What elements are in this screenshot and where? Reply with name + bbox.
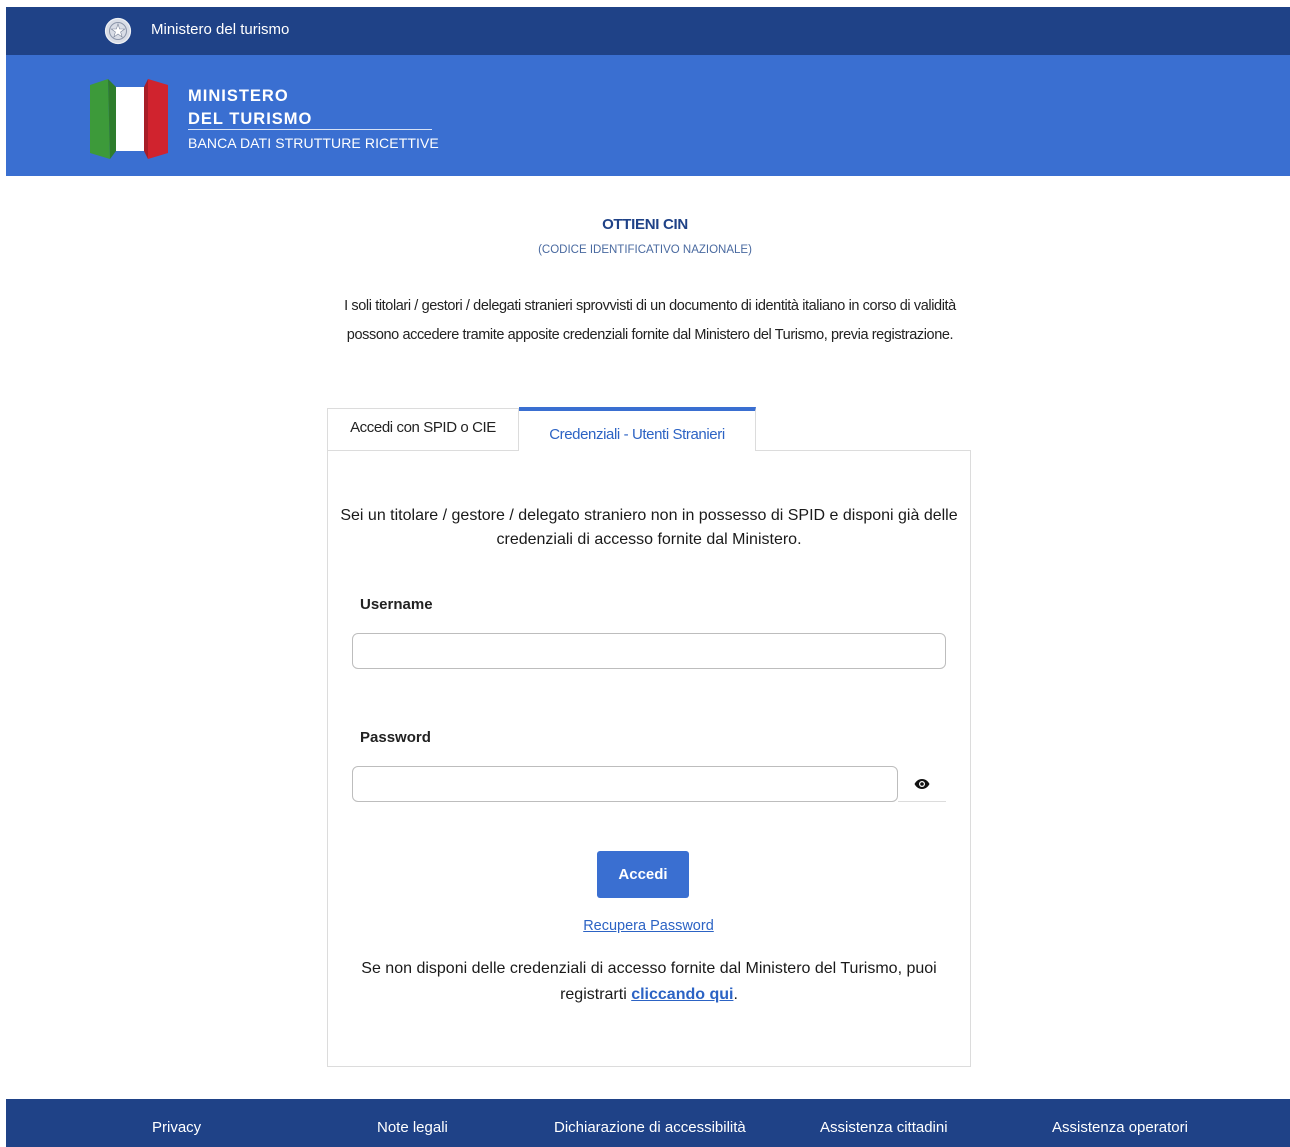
site-footer: Privacy Note legali Dichiarazione di acc…: [6, 1099, 1290, 1147]
tab-foreign-credentials[interactable]: Credenziali - Utenti Stranieri: [519, 407, 756, 451]
register-text: Se non disponi delle credenziali di acce…: [327, 956, 971, 1008]
ministry-logo-text[interactable]: MINISTERO DEL TURISMO: [188, 85, 312, 131]
footer-link-legal-notes[interactable]: Note legali: [377, 1119, 448, 1136]
password-label: Password: [360, 729, 431, 746]
italian-republic-emblem-icon: [104, 17, 132, 45]
site-subtitle: BANCA DATI STRUTTURE RICETTIVE: [188, 135, 439, 151]
ministry-short-name[interactable]: Ministero del turismo: [151, 21, 289, 38]
italian-flag-icon: [90, 79, 168, 159]
register-link[interactable]: cliccando qui: [631, 986, 733, 1003]
site-header: MINISTERO DEL TURISMO BANCA DATI STRUTTU…: [6, 55, 1290, 176]
register-text-after: .: [733, 986, 738, 1003]
page-intro-text: I soli titolari / gestori / delegati str…: [344, 298, 956, 343]
recover-password-link[interactable]: Recupera Password: [0, 918, 1290, 934]
footer-link-citizen-support[interactable]: Assistenza cittadini: [820, 1119, 948, 1136]
footer-link-operator-support[interactable]: Assistenza operatori: [1052, 1119, 1188, 1136]
password-input[interactable]: [352, 766, 898, 802]
top-bar: Ministero del turismo: [6, 7, 1290, 55]
page-title: OTTIENI CIN: [602, 216, 688, 233]
ministry-name-line2: DEL TURISMO: [188, 110, 313, 128]
login-button[interactable]: Accedi: [597, 851, 689, 898]
logo-divider: [188, 129, 432, 130]
footer-link-accessibility[interactable]: Dichiarazione di accessibilità: [554, 1119, 746, 1136]
username-label: Username: [360, 596, 433, 613]
ministry-name-line1: MINISTERO: [188, 87, 289, 105]
tab-spid-cie[interactable]: Accedi con SPID o CIE: [327, 408, 519, 450]
username-input[interactable]: [352, 633, 946, 669]
show-password-button[interactable]: [898, 766, 946, 802]
eye-icon: [914, 778, 930, 789]
footer-link-privacy[interactable]: Privacy: [152, 1119, 201, 1136]
page-subtitle: (CODICE IDENTIFICATIVO NAZIONALE): [538, 244, 752, 256]
login-intro-text: Sei un titolare / gestore / delegato str…: [340, 507, 958, 548]
